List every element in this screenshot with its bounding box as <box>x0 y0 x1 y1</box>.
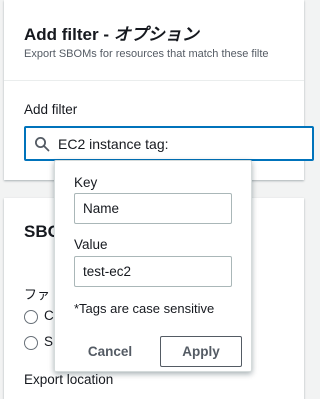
add-filter-title: Add filter - オプション <box>24 20 199 45</box>
search-icon <box>35 137 50 152</box>
format-radio-2-label: S <box>44 334 54 349</box>
title-main: Add filter - <box>24 25 109 44</box>
add-filter-input[interactable]: EC2 instance tag: <box>24 126 314 161</box>
value-input[interactable] <box>74 256 232 287</box>
tag-filter-popover: Key Value *Tags are case sensitive Cance… <box>54 160 252 372</box>
key-input[interactable] <box>74 193 232 224</box>
add-filter-label: Add filter <box>24 102 78 117</box>
file-format-label: ファ <box>24 287 51 302</box>
title-optional-suffix: オプション <box>113 25 199 44</box>
filter-input-value: EC2 instance tag: <box>58 136 169 152</box>
cancel-button[interactable]: Cancel <box>79 336 141 366</box>
card-divider <box>4 80 304 81</box>
add-filter-card: Add filter - オプション Export SBOMs for reso… <box>4 0 314 180</box>
case-sensitive-note: *Tags are case sensitive <box>74 301 215 316</box>
key-label: Key <box>74 175 98 190</box>
value-label: Value <box>74 237 108 252</box>
add-filter-description: Export SBOMs for resources that match th… <box>24 48 269 60</box>
export-location-label: Export location <box>24 372 114 387</box>
format-radio-1-label: C <box>44 308 54 323</box>
apply-button[interactable]: Apply <box>160 336 242 367</box>
format-radio-1[interactable] <box>24 310 38 324</box>
format-radio-2[interactable] <box>24 336 38 350</box>
